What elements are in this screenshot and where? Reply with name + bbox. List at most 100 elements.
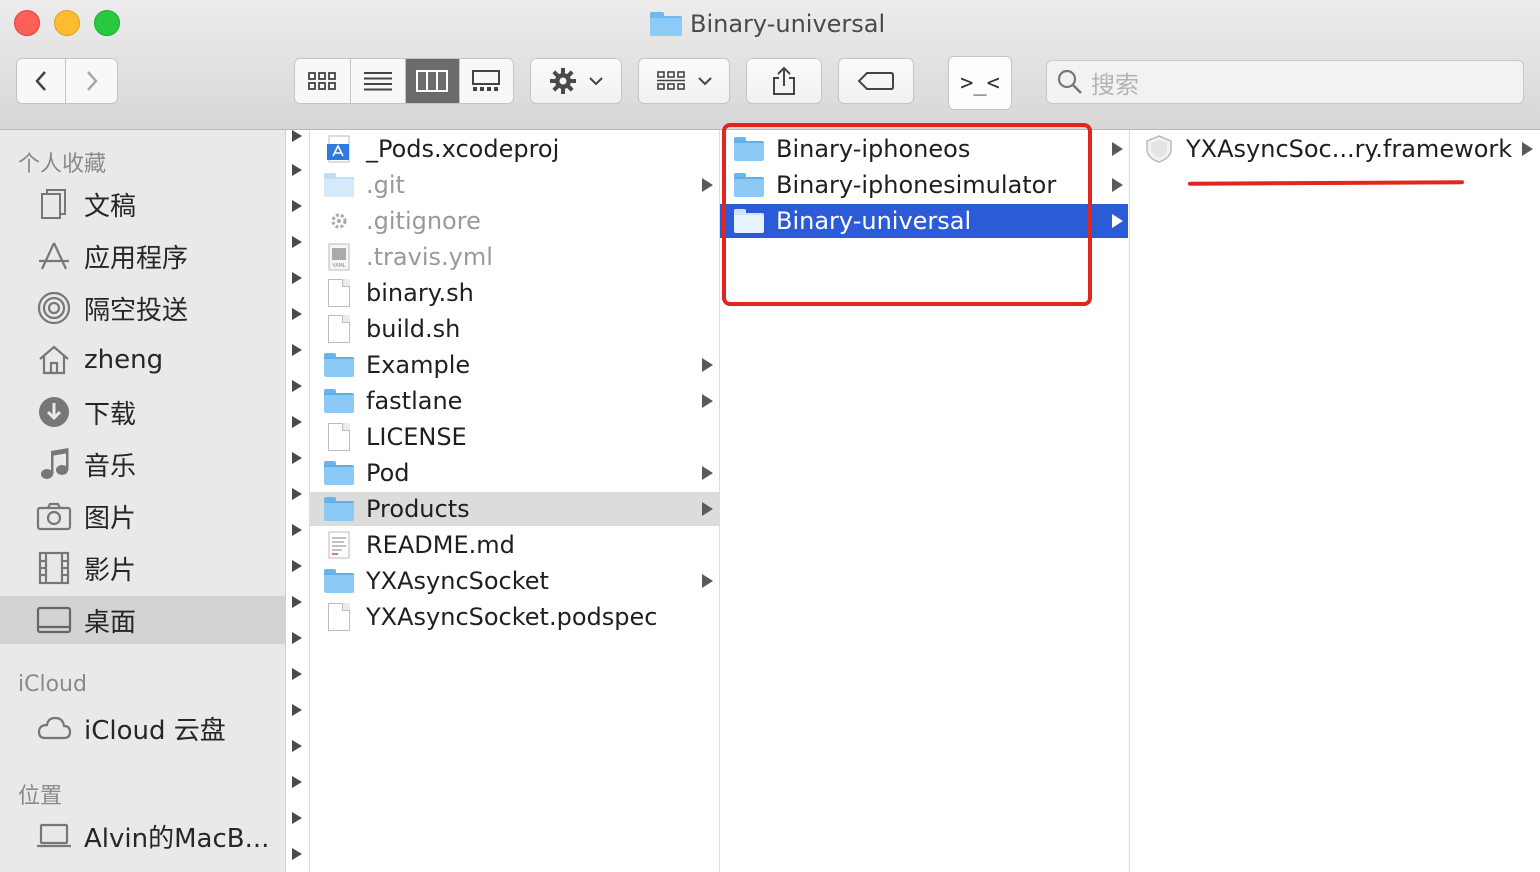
- list-item[interactable]: .git: [310, 168, 720, 202]
- sidebar-item-downloads[interactable]: 下载: [0, 388, 286, 436]
- disclosure-arrow: [702, 466, 713, 480]
- zoom-button[interactable]: [94, 10, 120, 36]
- file-icon: [322, 602, 356, 632]
- gear-file-icon: [322, 206, 356, 236]
- applications-icon: [36, 238, 72, 274]
- list-item[interactable]: LICENSE: [310, 420, 720, 454]
- gallery-view-button[interactable]: [460, 59, 513, 103]
- list-item[interactable]: Example: [310, 348, 720, 382]
- column-view-button[interactable]: [406, 59, 460, 103]
- column-project: _Pods.xcodeproj .git .gitignore YAML .tr…: [310, 130, 720, 872]
- list-item[interactable]: build.sh: [310, 312, 720, 346]
- icon-view-button[interactable]: [295, 59, 351, 103]
- film-icon: [36, 550, 72, 586]
- share-icon: [773, 66, 795, 95]
- close-button[interactable]: [14, 10, 40, 36]
- sidebar-item-label: 下载: [84, 399, 137, 430]
- sidebar-item-documents[interactable]: 文稿: [0, 180, 286, 228]
- annotation-box: [722, 123, 1092, 306]
- sidebar-item-label: zheng: [84, 345, 164, 375]
- disclosure-arrow: [1112, 142, 1123, 156]
- yaml-file-icon: YAML: [322, 242, 356, 272]
- window-title: Binary-universal: [650, 8, 885, 40]
- xcodeproj-icon: [322, 134, 356, 164]
- disclosure-arrow: [1112, 178, 1123, 192]
- action-button[interactable]: [530, 58, 622, 104]
- list-view-icon: [363, 72, 392, 91]
- sidebar-item-icloud-drive[interactable]: iCloud 云盘: [0, 704, 286, 752]
- disclosure-arrow: [1522, 142, 1533, 156]
- chevron-down-icon: [589, 77, 603, 86]
- sidebar-item-label: 图片: [84, 503, 137, 534]
- download-icon: [36, 394, 72, 430]
- folder-icon: [322, 458, 356, 488]
- share-button[interactable]: [746, 58, 822, 104]
- sidebar-item-label: 应用程序: [84, 243, 189, 274]
- cloud-icon: [36, 710, 72, 746]
- list-item[interactable]: .gitignore: [310, 204, 720, 238]
- sidebar-item-label: iCloud 云盘: [84, 715, 226, 746]
- file-name: .travis.yml: [366, 243, 493, 271]
- sidebar-item-applications[interactable]: 应用程序: [0, 232, 286, 280]
- group-by-button[interactable]: [638, 58, 730, 104]
- list-view-button[interactable]: [351, 59, 406, 103]
- desktop-icon: [36, 602, 72, 638]
- sidebar-item-desktop[interactable]: 桌面: [0, 596, 286, 644]
- disclosure-arrow: [292, 380, 302, 392]
- nav-buttons: [16, 58, 118, 104]
- disclosure-arrow: [292, 812, 302, 824]
- sidebar-item-music[interactable]: 音乐: [0, 440, 286, 488]
- chevron-right-icon: [86, 71, 98, 91]
- disclosure-arrow: [1112, 214, 1123, 228]
- sidebar-item-pictures[interactable]: 图片: [0, 492, 286, 540]
- list-item[interactable]: YXAsyncSoc...ry.framework: [1130, 132, 1540, 166]
- group-by-icon: [657, 71, 685, 90]
- list-item[interactable]: fastlane: [310, 384, 720, 418]
- tag-icon: [857, 72, 894, 90]
- list-item[interactable]: Pod: [310, 456, 720, 490]
- locations-header: 位置: [18, 784, 63, 809]
- list-item[interactable]: YXAsyncSocket: [310, 564, 720, 598]
- text-file-icon: [322, 530, 356, 560]
- list-item-selected[interactable]: Products: [310, 492, 720, 526]
- disclosure-arrow: [292, 740, 302, 752]
- sidebar-item-macbook[interactable]: Alvin的MacB...: [0, 812, 286, 860]
- sidebar-item-airdrop[interactable]: 隔空投送: [0, 284, 286, 332]
- file-icon: [322, 422, 356, 452]
- home-icon: [36, 342, 72, 378]
- disclosure-arrow: [702, 394, 713, 408]
- window-title-label: Binary-universal: [690, 10, 886, 38]
- sidebar-item-movies[interactable]: 影片: [0, 544, 286, 592]
- disclosure-arrow: [292, 416, 302, 428]
- disclosure-arrow: [292, 848, 302, 860]
- framework-icon: [1142, 134, 1176, 164]
- folder-icon: [322, 386, 356, 416]
- camera-icon: [36, 498, 72, 534]
- list-item[interactable]: binary.sh: [310, 276, 720, 310]
- column-universal: YXAsyncSoc...ry.framework: [1130, 130, 1540, 872]
- disclosure-arrow: [292, 344, 302, 356]
- list-item[interactable]: YAML .travis.yml: [310, 240, 720, 274]
- forward-button[interactable]: [66, 59, 117, 103]
- back-button[interactable]: [17, 59, 67, 103]
- gallery-view-icon: [472, 70, 501, 91]
- disclosure-arrow: [702, 358, 713, 372]
- list-item[interactable]: README.md: [310, 528, 720, 562]
- file-name: YXAsyncSoc...ry.framework: [1186, 135, 1513, 163]
- tag-button[interactable]: [838, 58, 914, 104]
- file-name: Products: [366, 495, 470, 523]
- minimize-button[interactable]: [54, 10, 80, 36]
- search-placeholder: 搜索: [1091, 70, 1139, 99]
- airdrop-icon: [36, 290, 72, 326]
- folder-icon: [322, 494, 356, 524]
- view-mode-segment: [294, 58, 514, 104]
- search-field[interactable]: 搜索: [1046, 60, 1524, 104]
- folder-icon: [650, 12, 682, 36]
- file-name: LICENSE: [366, 423, 467, 451]
- terminal-button[interactable]: >_<: [948, 56, 1012, 110]
- sidebar-item-label: 影片: [84, 555, 137, 586]
- sidebar-item-home[interactable]: zheng: [0, 336, 286, 384]
- list-item[interactable]: _Pods.xcodeproj: [310, 132, 720, 166]
- parent-column: [286, 130, 310, 872]
- list-item[interactable]: YXAsyncSocket.podspec: [310, 600, 720, 634]
